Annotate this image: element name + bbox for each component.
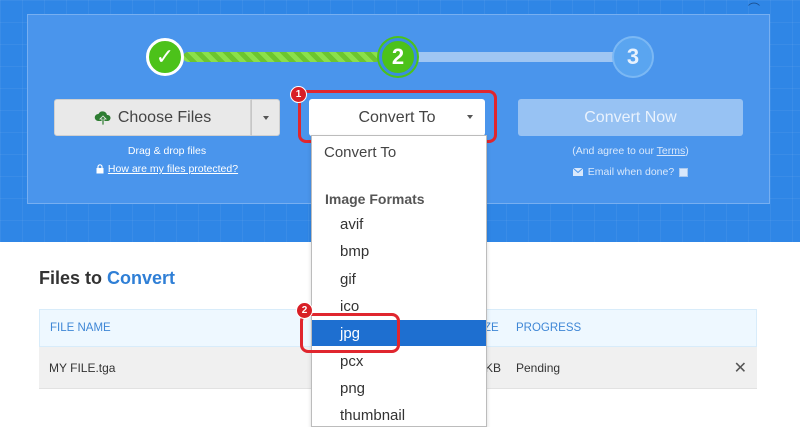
dropdown-placeholder-item[interactable]: Convert To: [324, 144, 396, 161]
files-to-convert-title: Files to Convert: [39, 268, 175, 289]
annotation-highlight-2: [300, 313, 400, 353]
file-name-cell: MY FILE.tga: [49, 361, 116, 375]
caret-down-icon: [262, 115, 269, 120]
email-when-done[interactable]: Email when done?: [518, 166, 743, 178]
column-progress: PROGRESS: [516, 322, 582, 334]
cloud-upload-icon: [94, 110, 111, 125]
agree-suffix: ): [685, 145, 689, 157]
progress-track-complete: [183, 52, 381, 62]
remove-file-close-icon[interactable]: ✕: [734, 358, 747, 378]
files-protected-link[interactable]: How are my files protected?: [54, 163, 280, 175]
envelope-icon: [572, 168, 583, 176]
lock-icon: [96, 164, 104, 174]
progress-track-pending: [414, 52, 618, 62]
step-2-indicator: 2: [379, 38, 417, 76]
files-protected-label: How are my files protected?: [107, 163, 239, 175]
choose-files-button[interactable]: Choose Files: [54, 99, 251, 136]
step-3-indicator: 3: [614, 38, 652, 76]
convert-now-button[interactable]: Convert Now: [518, 99, 743, 136]
email-when-done-checkbox[interactable]: [679, 167, 689, 177]
dropdown-option-bmp[interactable]: bmp: [312, 238, 486, 264]
dropdown-option-thumbnail[interactable]: thumbnail: [312, 402, 486, 426]
step-1-check: ✓: [146, 38, 184, 76]
drag-drop-hint: Drag & drop files: [127, 145, 207, 157]
agree-prefix: (And agree to our: [572, 145, 657, 157]
email-when-done-label: Email when done?: [587, 166, 675, 178]
file-size-cell: KB: [485, 361, 502, 375]
terms-agreement: (And agree to our Terms): [518, 145, 743, 157]
choose-files-label: Choose Files: [117, 108, 212, 126]
choose-files-dropdown-toggle[interactable]: [251, 99, 280, 136]
annotation-badge-1: 1: [290, 86, 307, 103]
file-status-cell: Pending: [516, 361, 561, 375]
annotation-badge-2: 2: [296, 302, 313, 319]
terms-link[interactable]: Terms: [657, 145, 686, 157]
dropdown-group-image-formats: Image Formats: [325, 191, 425, 207]
files-title-accent: Convert: [107, 268, 176, 288]
dropdown-option-gif[interactable]: gif: [312, 266, 486, 292]
dropdown-option-png[interactable]: png: [312, 375, 486, 401]
convert-to-dropdown-menu: Convert To Image Formats avif bmp gif ic…: [311, 135, 487, 427]
files-title-plain: Files to: [39, 268, 108, 288]
column-file-name: FILE NAME: [50, 322, 111, 334]
dropdown-option-avif[interactable]: avif: [312, 211, 486, 237]
